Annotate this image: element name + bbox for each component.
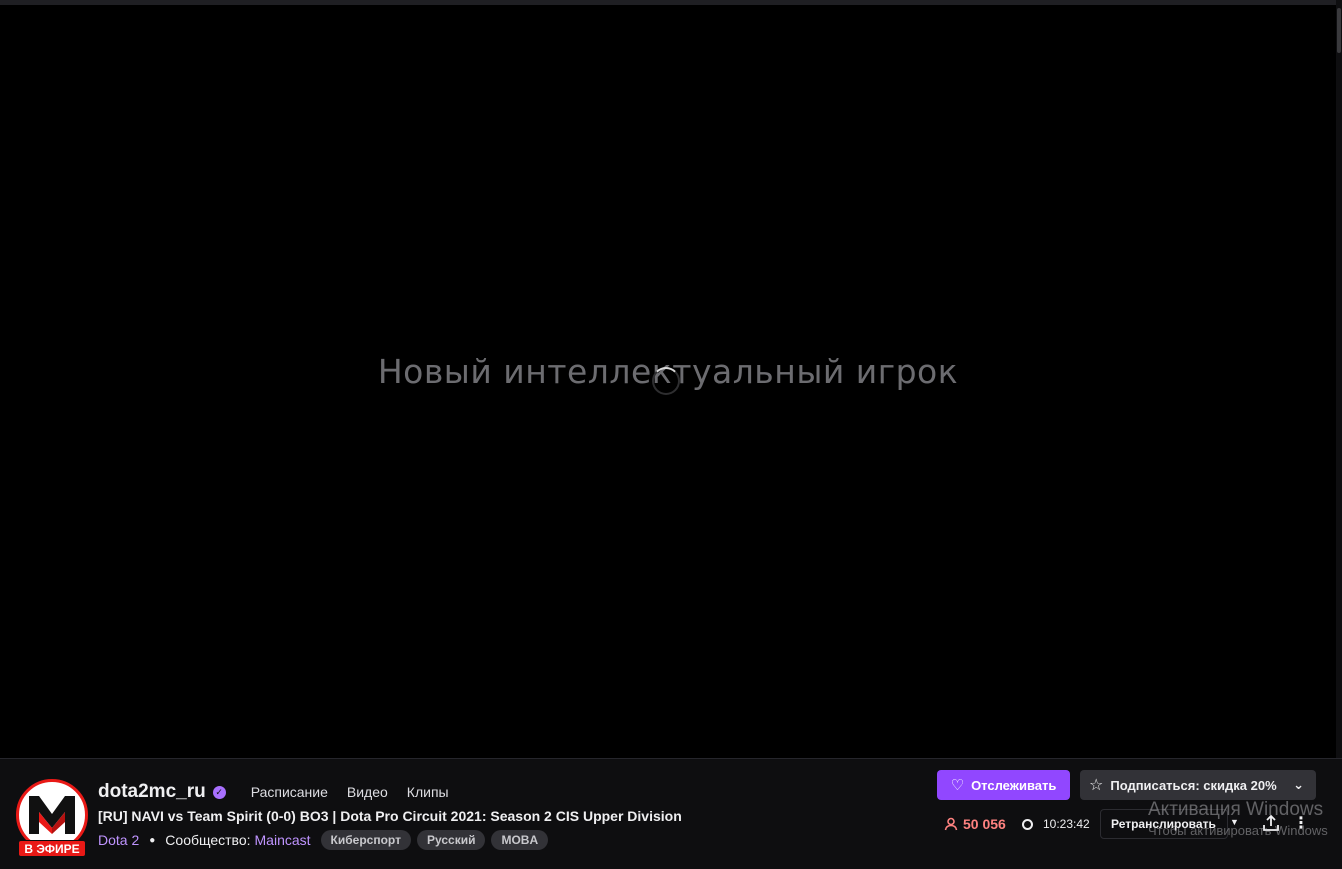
subscribe-label: Подписаться: скидка 20% — [1110, 777, 1277, 793]
channel-logo-icon — [29, 796, 75, 834]
video-player[interactable]: Новый интеллектуальный игрок — [0, 5, 1336, 758]
heart-icon: ♡ — [950, 776, 965, 794]
community-label: Сообщество: — [165, 832, 251, 848]
scrollbar-thumb[interactable] — [1337, 8, 1341, 53]
live-badge: В ЭФИРЕ — [18, 840, 86, 857]
chevron-down-icon[interactable]: ⌄ — [1293, 777, 1304, 793]
nav-link-schedule[interactable]: Расписание — [251, 784, 328, 800]
stream-uptime: 10:23:42 — [1022, 817, 1090, 831]
stream-meta-row: Dota 2 ● Сообщество: Maincast Киберспорт… — [98, 830, 549, 850]
uptime-value: 10:23:42 — [1043, 817, 1090, 831]
share-icon[interactable] — [1262, 814, 1280, 832]
stream-title: [RU] NAVI vs Team Spirit (0-0) BO3 | Dot… — [98, 808, 682, 824]
clock-icon — [1022, 818, 1033, 830]
channel-name[interactable]: dota2mc_ru — [98, 781, 206, 803]
follow-label: Отслеживать — [971, 777, 1057, 793]
more-options-icon[interactable]: ⋮ — [1293, 814, 1309, 834]
channel-header-row: dota2mc_ru ✓ Расписание Видео Клипы — [98, 781, 449, 803]
viewer-count: 50 056 — [944, 816, 1006, 832]
subscribe-button[interactable]: ☆ Подписаться: скидка 20% ⌄ — [1080, 770, 1316, 800]
nav-link-clips[interactable]: Клипы — [407, 784, 449, 800]
verified-icon: ✓ — [212, 785, 226, 799]
community-link[interactable]: Maincast — [255, 832, 311, 848]
star-icon: ☆ — [1089, 777, 1104, 794]
separator-dot: ● — [149, 834, 156, 846]
channel-info-bar: В ЭФИРЕ dota2mc_ru ✓ Расписание Видео Кл… — [0, 758, 1342, 869]
tag-esports[interactable]: Киберспорт — [320, 830, 411, 850]
follow-button[interactable]: ♡ Отслеживать — [937, 770, 1070, 800]
rebroadcast-button[interactable]: Ретранслировать — [1100, 809, 1228, 839]
caret-down-icon[interactable]: ▼ — [1230, 817, 1239, 827]
page-scrollbar[interactable] — [1336, 0, 1342, 760]
nav-link-videos[interactable]: Видео — [347, 784, 388, 800]
viewer-count-value: 50 056 — [963, 816, 1006, 832]
game-link[interactable]: Dota 2 — [98, 832, 139, 848]
tag-moba[interactable]: MOBA — [491, 830, 549, 850]
tag-russian[interactable]: Русский — [416, 830, 486, 850]
loading-spinner-icon — [652, 367, 680, 395]
channel-avatar-wrap[interactable]: В ЭФИРЕ — [16, 779, 88, 857]
person-icon — [944, 817, 958, 831]
